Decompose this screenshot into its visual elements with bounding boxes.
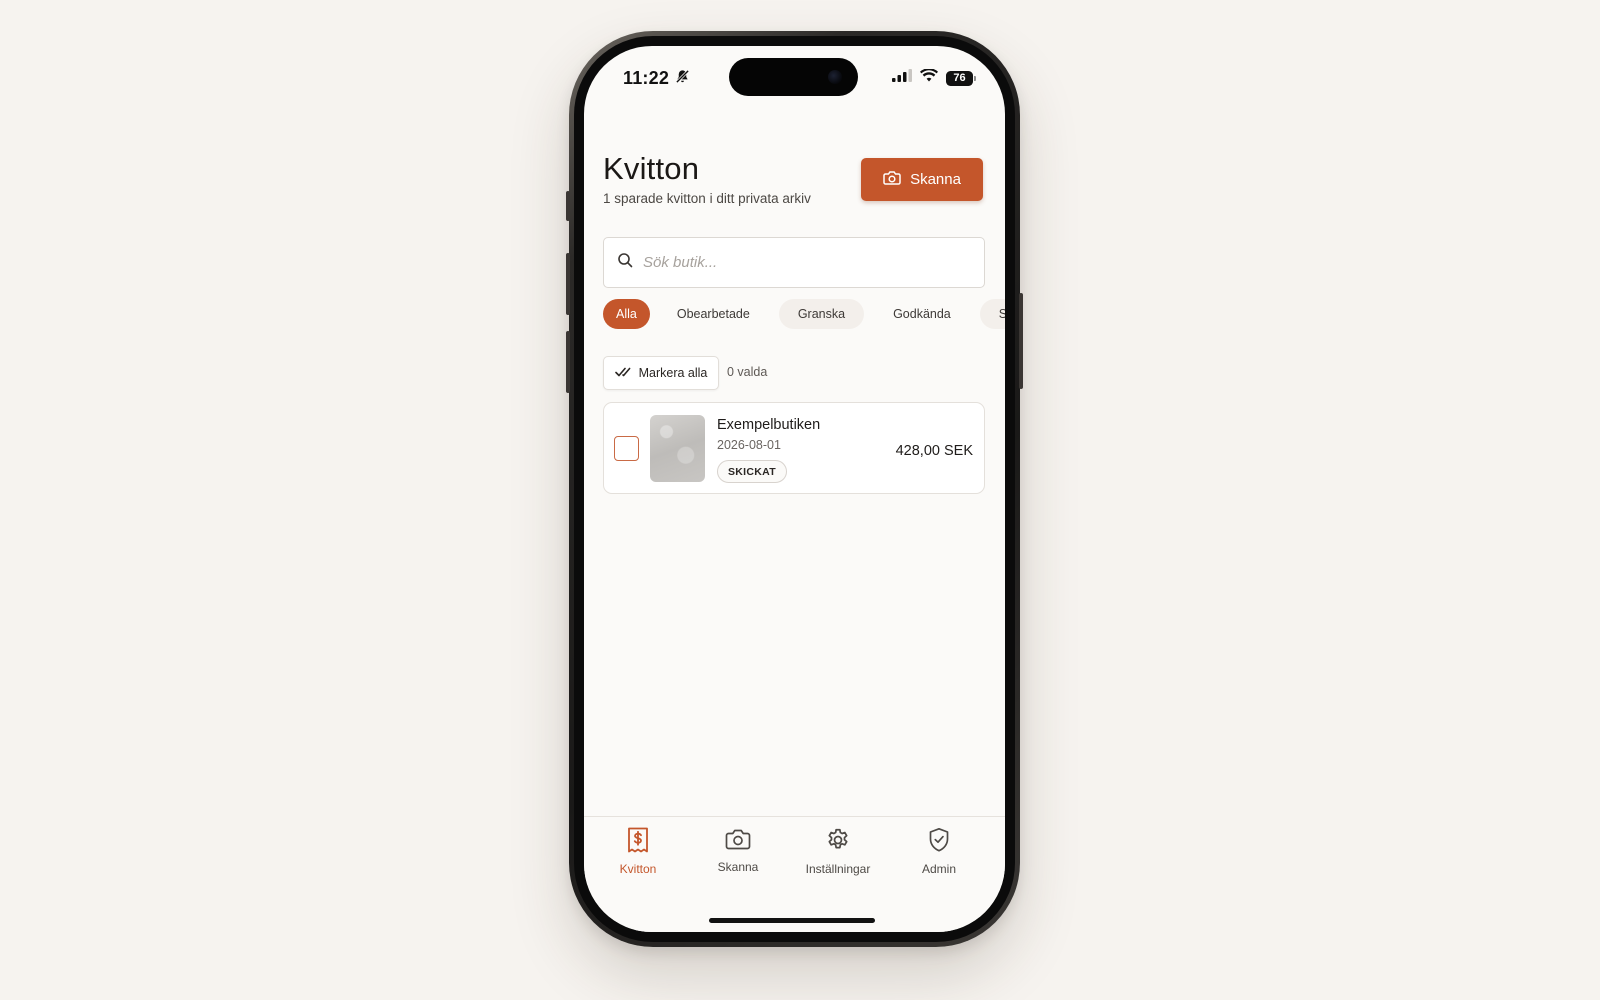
filter-chip-obearbetade[interactable]: Obearbetade	[657, 299, 769, 329]
scan-button[interactable]: Skanna	[861, 158, 983, 201]
dynamic-island	[729, 58, 858, 96]
scan-button-label: Skanna	[910, 171, 961, 188]
gear-icon	[825, 827, 851, 856]
receipt-thumbnail[interactable]	[650, 415, 705, 482]
tab-skanna-label: Skanna	[717, 860, 759, 874]
search-icon	[617, 252, 633, 273]
page-title: Kvitton	[603, 151, 700, 186]
page-subtitle: 1 sparade kvitton i ditt privata arkiv	[603, 191, 811, 206]
volume-up-button	[566, 253, 570, 315]
app-screen: 11:22 76 Kvitton 1 sparade kvitton i dit…	[584, 46, 1005, 932]
filter-chip-skickade[interactable]: Skickade	[979, 299, 1005, 329]
filter-chip-alla[interactable]: Alla	[603, 299, 650, 329]
receipt-amount: 428,00 SEK	[895, 443, 973, 459]
tab-kvitton-label: Kvitton	[619, 862, 657, 876]
select-all-button[interactable]: Markera alla	[603, 356, 719, 390]
status-time: 11:22	[623, 68, 690, 89]
receipt-store: Exempelbutiken	[717, 417, 821, 433]
status-badge-label: SKICKAT	[728, 465, 776, 478]
receipt-checkbox[interactable]	[614, 436, 639, 461]
tab-installningar[interactable]: Inställningar	[790, 827, 886, 883]
tab-installningar-label: Inställningar	[805, 862, 871, 876]
status-time-text: 11:22	[623, 68, 670, 88]
filter-chips: Alla Obearbetade Granska Godkända Skicka…	[603, 299, 1005, 329]
front-camera	[828, 70, 842, 84]
tab-kvitton[interactable]: Kvitton	[590, 827, 686, 883]
cellular-signal-icon	[892, 69, 912, 87]
volume-down-button	[566, 331, 570, 393]
receipt-date: 2026-08-01	[717, 438, 781, 452]
wifi-icon	[920, 68, 938, 87]
double-check-icon	[614, 366, 631, 381]
action-button	[566, 191, 570, 221]
camera-icon	[883, 170, 901, 190]
search-box[interactable]	[603, 237, 985, 288]
select-all-label: Markera alla	[638, 366, 708, 380]
search-input[interactable]	[643, 254, 963, 271]
status-badge: SKICKAT	[717, 460, 787, 483]
receipt-card[interactable]: Exempelbutiken 2026-08-01 SKICKAT 428,00…	[603, 402, 985, 494]
camera-icon	[725, 827, 751, 854]
filter-chip-godkanda[interactable]: Godkända	[874, 299, 970, 329]
selected-count: 0 valda	[727, 365, 768, 379]
battery-indicator: 76	[946, 70, 976, 86]
bottom-tab-bar: Kvitton Skanna Inställningar Admin	[584, 816, 1005, 932]
tab-skanna[interactable]: Skanna	[690, 827, 786, 883]
tab-admin-label: Admin	[921, 862, 956, 876]
receipt-icon	[626, 827, 650, 856]
bell-slash-icon	[675, 68, 690, 89]
phone-frame: 11:22 76 Kvitton 1 sparade kvitton i dit…	[566, 31, 1023, 947]
status-indicators: 76	[892, 68, 976, 87]
filter-chip-granska[interactable]: Granska	[778, 299, 865, 329]
power-button	[1019, 293, 1023, 389]
shield-check-icon	[927, 827, 951, 856]
home-indicator[interactable]	[709, 918, 875, 923]
battery-level: 76	[953, 72, 966, 84]
tab-admin[interactable]: Admin	[891, 827, 987, 883]
